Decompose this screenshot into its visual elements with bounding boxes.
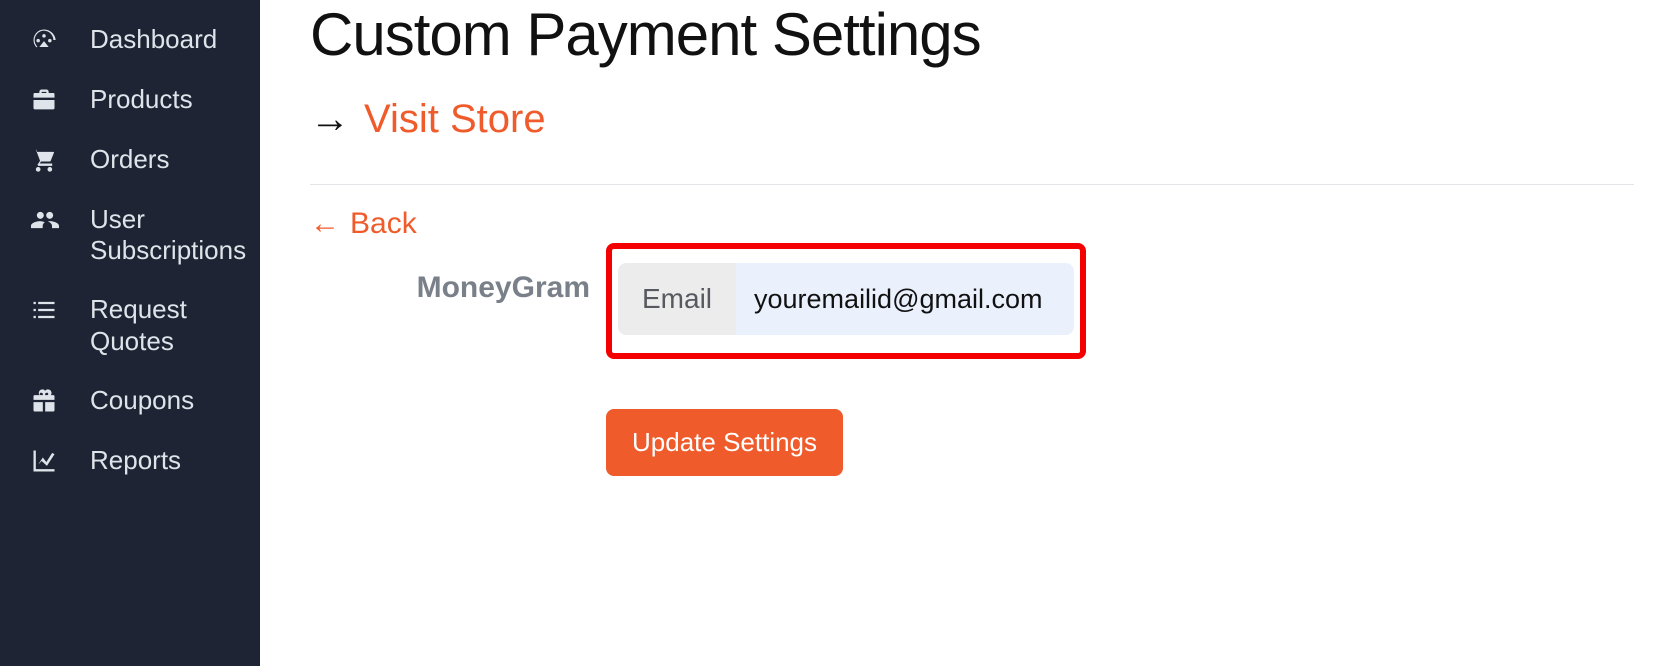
list-icon [28, 294, 66, 326]
sidebar-item-products[interactable]: Products [0, 70, 260, 130]
visit-store-link[interactable]: Visit Store [364, 97, 546, 142]
sidebar: Dashboard Products Orders User Subscript… [0, 0, 260, 666]
sidebar-item-label: Orders [90, 144, 169, 175]
arrow-left-icon: ← [310, 207, 340, 241]
sidebar-item-orders[interactable]: Orders [0, 130, 260, 190]
sidebar-item-user-subscriptions[interactable]: User Subscriptions [0, 190, 260, 280]
cart-icon [28, 144, 66, 176]
briefcase-icon [28, 84, 66, 116]
sidebar-item-label: Coupons [90, 385, 194, 416]
highlight-box: Email [606, 243, 1086, 359]
page-title: Custom Payment Settings [310, 0, 1634, 69]
sidebar-item-reports[interactable]: Reports [0, 431, 260, 491]
update-settings-button[interactable]: Update Settings [606, 409, 843, 476]
email-input-group: Email [618, 263, 1074, 335]
main-content: Custom Payment Settings → Visit Store ← … [260, 0, 1674, 666]
sidebar-item-label: Dashboard [90, 24, 217, 55]
sidebar-item-coupons[interactable]: Coupons [0, 371, 260, 431]
sidebar-item-label: Products [90, 84, 193, 115]
form-row-moneygram: MoneyGram Email [310, 243, 1634, 359]
sidebar-item-label: User Subscriptions [90, 204, 250, 266]
users-icon [28, 204, 66, 236]
back-label: Back [350, 207, 417, 241]
sidebar-item-dashboard[interactable]: Dashboard [0, 10, 260, 70]
sidebar-item-label: Reports [90, 445, 181, 476]
chart-line-icon [28, 445, 66, 477]
gauge-icon [28, 24, 66, 56]
sidebar-item-request-quotes[interactable]: Request Quotes [0, 280, 260, 370]
sidebar-item-label: Request Quotes [90, 294, 250, 356]
arrow-right-icon: → [310, 97, 350, 142]
gift-icon [28, 385, 66, 417]
back-link[interactable]: ← Back [310, 207, 1634, 241]
divider [310, 184, 1634, 185]
email-addon-label: Email [618, 263, 736, 335]
visit-store-row: → Visit Store [310, 97, 1634, 142]
email-input[interactable] [736, 263, 1074, 335]
section-label-moneygram: MoneyGram [310, 243, 590, 305]
